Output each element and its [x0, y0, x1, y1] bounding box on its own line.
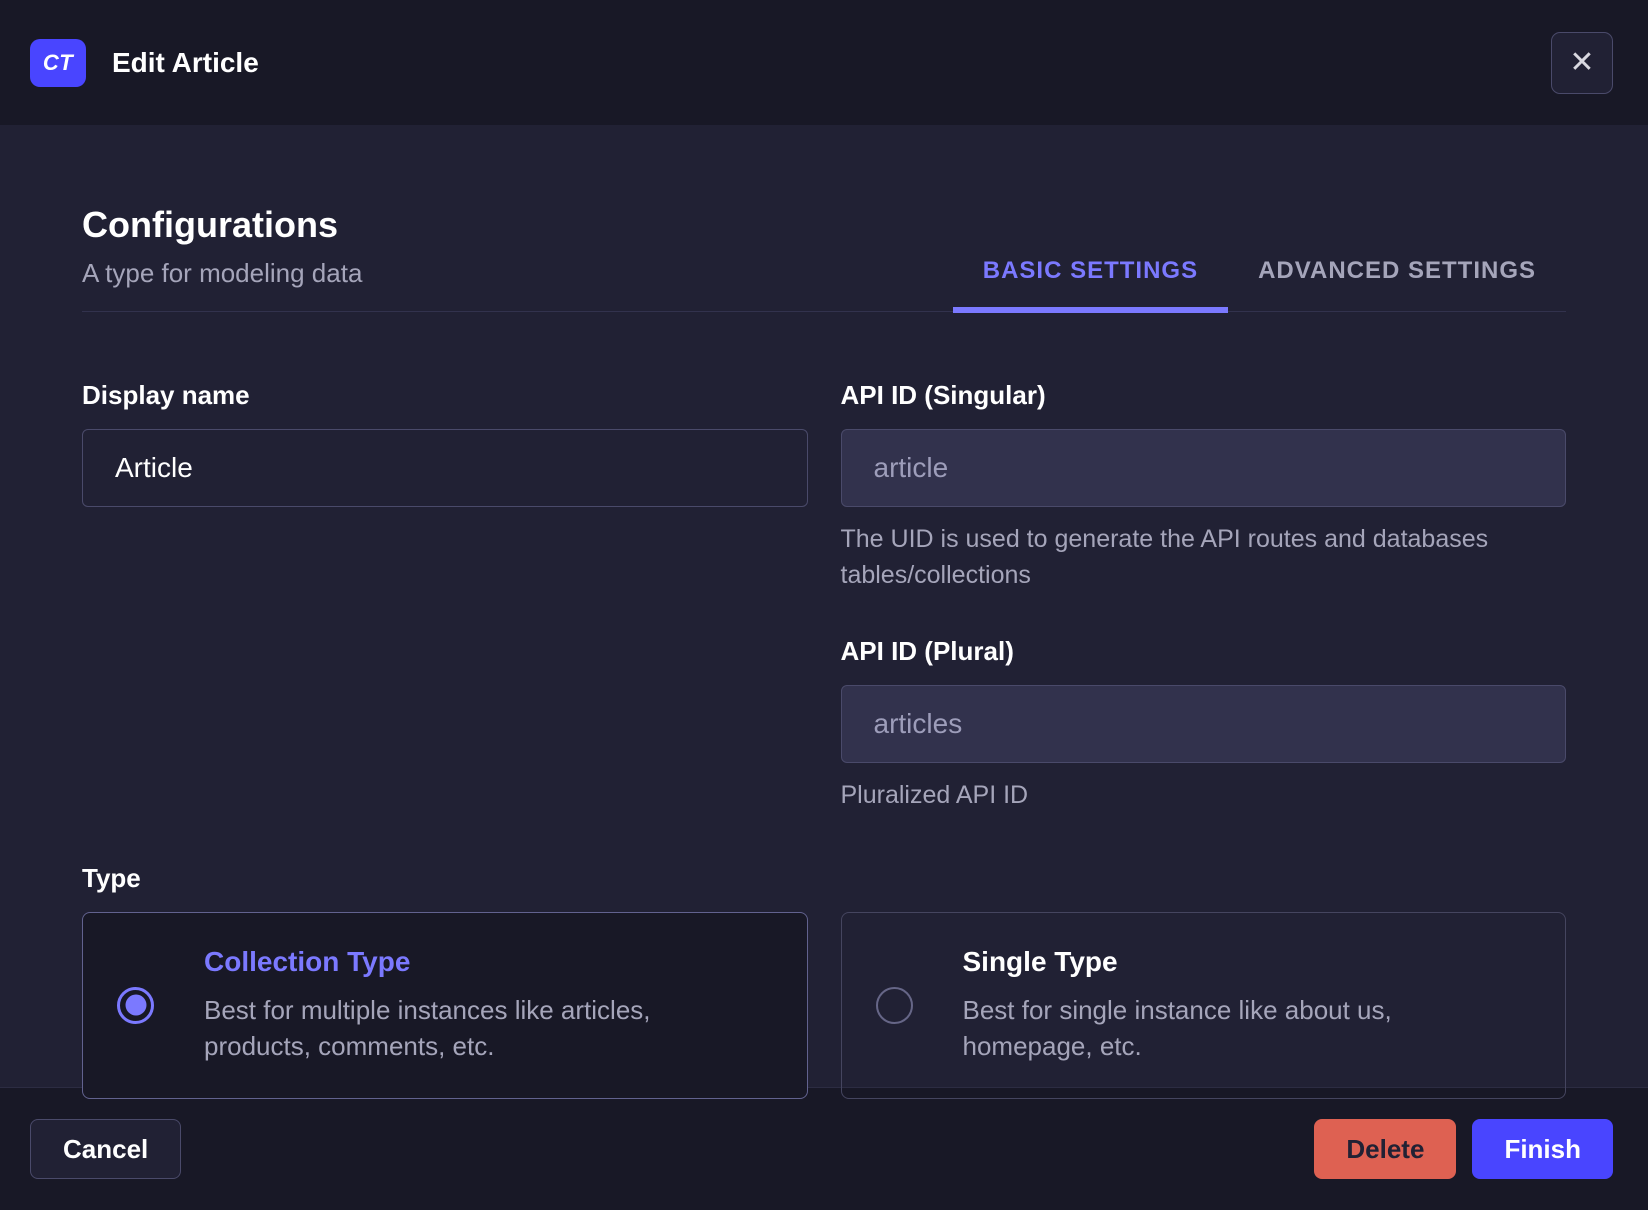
modal-title: Edit Article: [112, 46, 259, 78]
api-id-plural-label: API ID (Plural): [840, 635, 1014, 666]
api-id-plural-input: [840, 684, 1566, 763]
cancel-button[interactable]: Cancel: [30, 1119, 182, 1179]
api-id-singular-label: API ID (Singular): [840, 380, 1046, 411]
delete-button[interactable]: Delete: [1314, 1119, 1457, 1179]
page-subtitle: A type for modeling data: [82, 258, 363, 289]
display-name-label: Display name: [82, 380, 250, 411]
single-type-title: Single Type: [962, 946, 1118, 978]
api-id-singular-input: [840, 429, 1566, 508]
settings-tabs: BASIC SETTINGS ADVANCED SETTINGS: [952, 257, 1566, 314]
collection-type-title: Collection Type: [204, 946, 411, 978]
modal-footer: Cancel Delete Finish: [0, 1087, 1648, 1210]
type-cards: Collection Type Best for multiple instan…: [82, 911, 1566, 1099]
collection-type-description: Best for multiple instances like article…: [204, 995, 651, 1062]
single-type-card[interactable]: Single Type Best for single instance lik…: [840, 911, 1566, 1099]
collection-type-text: Collection Type Best for multiple instan…: [204, 946, 764, 1065]
api-id-singular-group: API ID (Singular) The UID is used to gen…: [840, 380, 1566, 594]
type-section: Type Collection Type Best for multiple i…: [82, 863, 1566, 1099]
single-type-radio[interactable]: [875, 986, 913, 1024]
page-title: Configurations: [82, 204, 338, 245]
collection-type-radio[interactable]: [117, 986, 154, 1024]
api-id-column: API ID (Singular) The UID is used to gen…: [840, 380, 1566, 813]
display-name-input[interactable]: [82, 429, 808, 508]
content-type-badge-label: CT: [42, 49, 74, 75]
collection-type-card[interactable]: Collection Type Best for multiple instan…: [82, 911, 808, 1099]
tab-advanced-settings[interactable]: ADVANCED SETTINGS: [1228, 257, 1566, 311]
footer-actions: Delete Finish: [1314, 1119, 1613, 1179]
api-id-plural-group: API ID (Plural) Pluralized API ID: [840, 635, 1566, 813]
modal-header: CT Edit Article ✕: [0, 0, 1648, 125]
modal-body: Configurations A type for modeling data …: [0, 125, 1648, 1099]
form-row-ids: Display name API ID (Singular) The UID i…: [82, 380, 1566, 813]
single-type-text: Single Type Best for single instance lik…: [963, 946, 1523, 1065]
close-icon: ✕: [1569, 45, 1595, 79]
display-name-group: Display name: [82, 380, 808, 813]
content-type-badge: CT: [30, 38, 86, 87]
configurations-header: Configurations A type for modeling data …: [82, 125, 1566, 314]
close-button[interactable]: ✕: [1551, 31, 1613, 94]
type-label: Type: [82, 862, 141, 893]
api-id-singular-hint: The UID is used to generate the API rout…: [840, 525, 1489, 590]
configurations-titles: Configurations A type for modeling data: [82, 203, 362, 311]
tab-basic-settings[interactable]: BASIC SETTINGS: [952, 257, 1229, 314]
single-type-description: Best for single instance like about us, …: [962, 995, 1392, 1062]
finish-button[interactable]: Finish: [1472, 1119, 1613, 1179]
api-id-plural-hint: Pluralized API ID: [840, 780, 1029, 809]
